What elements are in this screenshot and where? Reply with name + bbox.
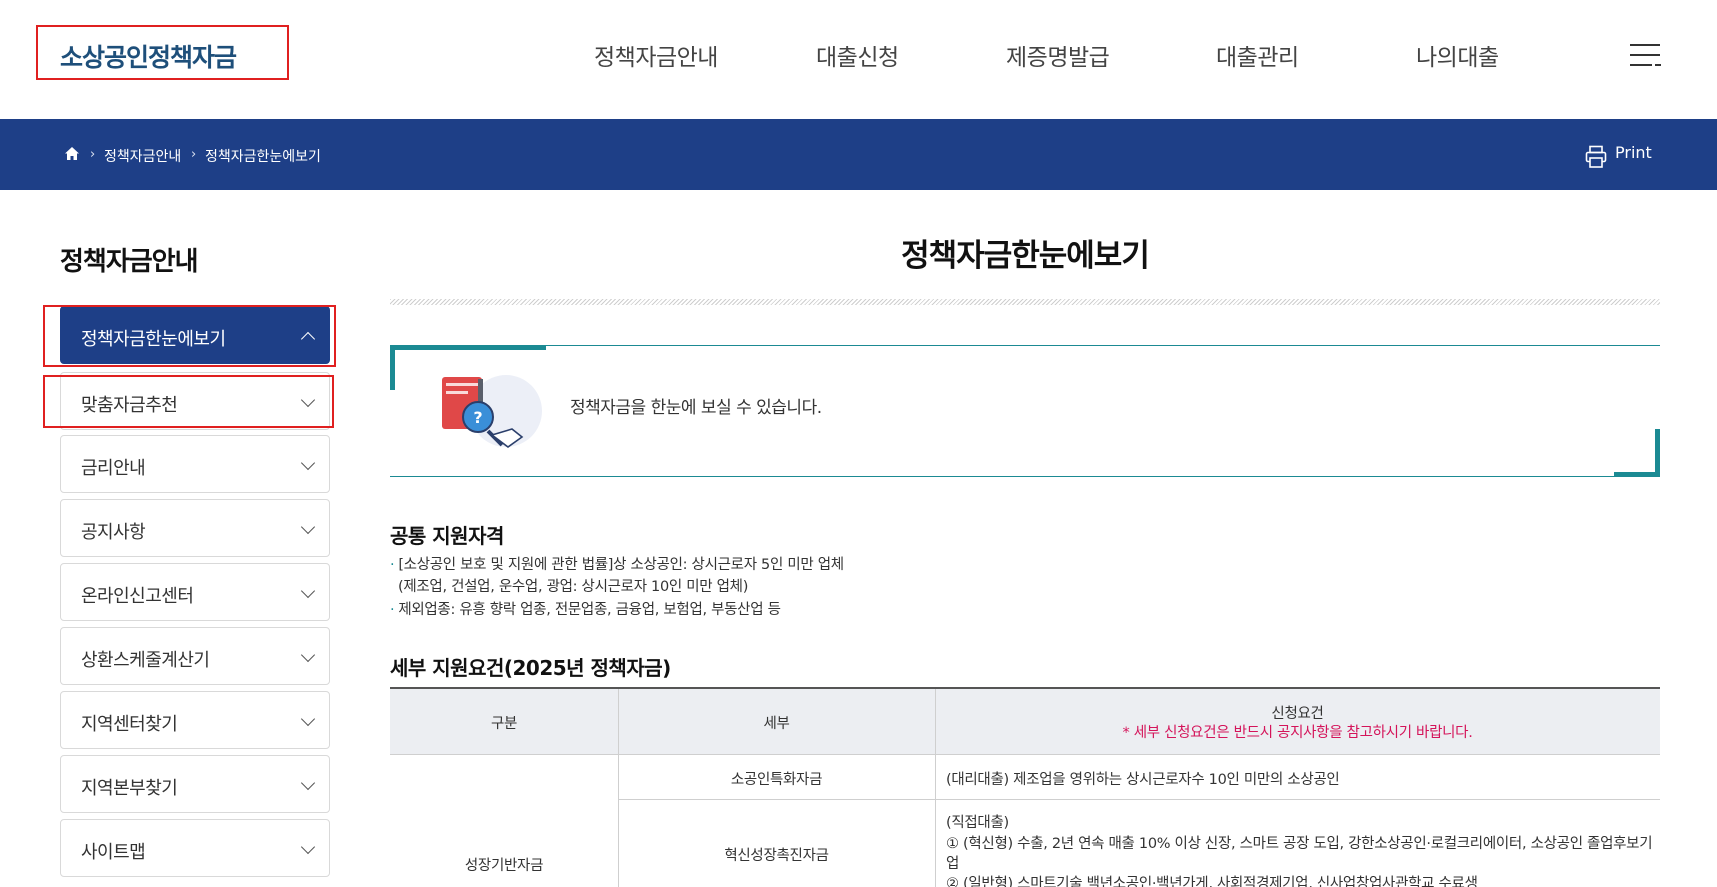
sidebar-item-label: 온라인신고센터 xyxy=(81,586,194,607)
title-divider xyxy=(390,299,1660,305)
chevron-down-icon xyxy=(300,583,316,599)
chevron-right-icon: › xyxy=(191,147,197,162)
table-header-requirement: 신청요건 xyxy=(1271,706,1324,722)
table-cell-name: 소공인특화자금 xyxy=(730,772,823,788)
common-line: (제조업, 건설업, 운수업, 광업: 상시근로자 10인 미만 업체) xyxy=(398,579,749,595)
sidebar-item-label: 공지사항 xyxy=(81,522,146,543)
sidebar-item-center[interactable]: 지역센터찾기 xyxy=(60,691,330,749)
site-logo[interactable]: 소상공인정책자금 xyxy=(60,38,237,74)
nav-policy-fund-info[interactable]: 정책자금안내 xyxy=(594,38,718,72)
common-line: · 제외업종: 유흥 향락 업종, 전문업종, 금융업, 보험업, 부동산업 등 xyxy=(390,602,781,618)
chevron-right-icon: › xyxy=(90,147,96,162)
sidebar-item-label: 상환스케줄계산기 xyxy=(81,650,210,671)
table-cell-requirement: ① (혁신형) 수출, 2년 연속 매출 10% 이상 신장, 스마트 공장 도… xyxy=(946,836,1653,852)
menu-icon[interactable] xyxy=(1630,44,1662,68)
chevron-down-icon xyxy=(300,455,316,471)
sidebar-item-label: 금리안내 xyxy=(81,458,146,479)
print-button[interactable]: Print xyxy=(1615,143,1652,162)
table-cell-requirement: ② (일반형) 스마트기술 백년소공인·백년가게, 사회적경제기업, 신사업창업… xyxy=(946,876,1478,887)
table-group-label: 성장기반자금 xyxy=(464,858,544,874)
nav-loan-manage[interactable]: 대출관리 xyxy=(1216,38,1299,72)
chevron-down-icon xyxy=(300,839,316,855)
chevron-down-icon xyxy=(300,647,316,663)
sidebar-item-label: 지역센터찾기 xyxy=(81,714,178,735)
intro-text: 정책자금을 한눈에 보실 수 있습니다. xyxy=(570,398,822,418)
common-line: · [소상공인 보호 및 지원에 관한 법률]상 소상공인: 상시근로자 5인 미… xyxy=(390,557,844,573)
nav-certificate[interactable]: 제증명발급 xyxy=(1006,38,1110,72)
sidebar-item-label: 사이트맵 xyxy=(81,842,146,863)
detail-table: 구분 세부 신청요건 * 세부 신청요건은 반드시 공지사항을 참고하시기 바랍… xyxy=(390,687,1660,887)
breadcrumb-current: 정책자금한눈에보기 xyxy=(205,149,321,165)
sidebar-item-label: 지역본부찾기 xyxy=(81,778,178,799)
highlight-box xyxy=(43,375,334,428)
table-cell-requirement: (직접대출) xyxy=(946,815,1009,831)
table-cell-requirement: 업 xyxy=(946,856,960,872)
svg-text:?: ? xyxy=(473,408,482,427)
nav-loan-apply[interactable]: 대출신청 xyxy=(816,38,899,72)
guide-book-icon: ? xyxy=(442,377,524,448)
printer-icon[interactable] xyxy=(1585,145,1607,169)
table-cell-name: 혁신성장촉진자금 xyxy=(724,848,829,864)
table-header-note: * 세부 신청요건은 반드시 공지사항을 참고하시기 바랍니다. xyxy=(1122,725,1473,741)
sidebar-item-sitemap[interactable]: 사이트맵 xyxy=(60,819,330,877)
section-title-common: 공통 지원자격 xyxy=(390,524,504,548)
highlight-box xyxy=(43,305,336,367)
site-header: 소상공인정책자금 정책자금안내 대출신청 제증명발급 대출관리 나의대출 xyxy=(0,0,1717,119)
sidebar-item-report[interactable]: 온라인신고센터 xyxy=(60,563,330,621)
page-title: 정책자금한눈에보기 xyxy=(901,238,1150,274)
section-title-detail: 세부 지원요건(2025년 정책자금) xyxy=(390,656,671,680)
home-icon[interactable] xyxy=(64,146,80,161)
sidebar-title: 정책자금안내 xyxy=(60,247,199,277)
sidebar-item-notice[interactable]: 공지사항 xyxy=(60,499,330,557)
table-cell-requirement: (대리대출) 제조업을 영위하는 상시근로자수 10인 미만의 소상공인 xyxy=(946,772,1340,788)
chevron-down-icon xyxy=(300,711,316,727)
table-header-category: 구분 xyxy=(490,716,518,732)
sidebar-item-rate[interactable]: 금리안내 xyxy=(60,435,330,493)
breadcrumb-item[interactable]: 정책자금안내 xyxy=(104,146,181,166)
table-header-detail: 세부 xyxy=(763,716,790,732)
chevron-down-icon xyxy=(300,519,316,535)
sidebar-item-hq[interactable]: 지역본부찾기 xyxy=(60,755,330,813)
sidebar-item-calculator[interactable]: 상환스케줄계산기 xyxy=(60,627,330,685)
chevron-down-icon xyxy=(300,775,316,791)
nav-my-loan[interactable]: 나의대출 xyxy=(1416,38,1499,72)
